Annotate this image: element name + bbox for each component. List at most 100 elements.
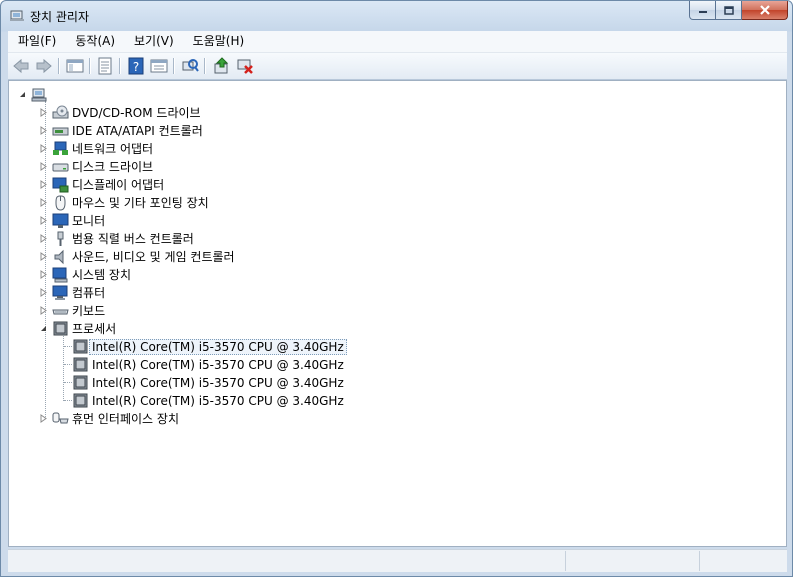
menu-bar: 파일(F) 동작(A) 보기(V) 도움말(H) [8,31,787,53]
tree-category[interactable]: DVD/CD-ROM 드라이브 [39,104,201,121]
category-label: DVD/CD-ROM 드라이브 [72,106,201,120]
menu-help[interactable]: 도움말(H) [183,31,254,52]
tree-category[interactable]: 마우스 및 기타 포인팅 장치 [39,194,209,211]
category-label: 디스플레이 어댑터 [72,178,165,192]
processor-label: Intel(R) Core(TM) i5-3570 CPU @ 3.40GHz [89,338,347,355]
device-manager-icon [10,10,24,21]
category-label: IDE ATA/ATAPI 컨트롤러 [72,124,203,138]
dvd-drive-icon [52,105,69,118]
category-label: 시스템 장치 [72,268,132,282]
category-label: 모니터 [72,214,106,228]
tree-category[interactable]: 디스플레이 어댑터 [39,176,164,193]
view-icon[interactable] [150,57,168,75]
expand-arrow-icon[interactable] [39,126,48,135]
maximize-icon [723,5,734,15]
expand-arrow-icon[interactable] [39,306,48,315]
tree-category[interactable]: 범용 직렬 버스 컨트롤러 [39,230,194,247]
tree-category[interactable]: 사운드, 비디오 및 게임 컨트롤러 [39,248,235,265]
category-label: 마우스 및 기타 포인팅 장치 [72,196,209,210]
disk-drive-icon [52,163,69,171]
category-label: 네트워크 어댑터 [72,142,154,156]
tree-category[interactable]: 네트워크 어댑터 [39,140,153,157]
tree-category[interactable]: 휴먼 인터페이스 장치 [39,410,179,427]
expand-arrow-icon[interactable] [39,252,48,261]
expand-arrow-icon[interactable] [39,234,48,243]
minimize-button[interactable] [689,1,716,20]
category-label: 휴먼 인터페이스 장치 [72,412,179,426]
forward-icon[interactable] [35,57,53,75]
scan-hardware-icon[interactable] [181,57,199,75]
tree-category[interactable]: 키보드 [39,302,105,319]
toolbar-separator [58,58,60,74]
tree-category[interactable]: 컴퓨터 [39,284,105,301]
maximize-button[interactable] [716,1,742,20]
display-adapter-icon [52,177,69,192]
back-icon[interactable] [12,57,30,75]
toolbar-separator [173,58,175,74]
collapse-arrow-icon[interactable] [18,90,27,99]
mouse-icon [55,195,66,211]
processor-icon [73,339,88,353]
properties-icon[interactable] [96,57,114,75]
collapse-arrow-icon[interactable] [39,324,48,333]
monitor-icon [52,213,69,228]
category-label: 키보드 [72,304,106,318]
processor-label: Intel(R) Core(TM) i5-3570 CPU @ 3.40GHz [92,393,344,408]
tree-root[interactable] [18,86,51,103]
tree-category[interactable]: 디스크 드라이브 [39,158,153,175]
expand-arrow-icon[interactable] [39,162,48,171]
toolbar-separator [89,58,91,74]
category-label: 범용 직렬 버스 컨트롤러 [72,232,194,246]
menu-file[interactable]: 파일(F) [8,31,65,52]
computer-icon [52,285,68,300]
category-label: 사운드, 비디오 및 게임 컨트롤러 [72,250,235,264]
device-manager-window: 장치 관리자 파일(F) 동작(A) 보기(V) 도움말(H) ? DVD/CD… [0,0,793,577]
status-pane [8,551,566,571]
tree-guide-line [64,382,72,383]
uninstall-icon[interactable] [236,57,254,75]
ide-controller-icon [52,127,69,135]
tree-category[interactable]: 모니터 [39,212,105,229]
system-device-icon [52,267,68,282]
expand-arrow-icon[interactable] [39,288,48,297]
tree-guide-line [64,346,72,347]
expand-arrow-icon[interactable] [39,144,48,153]
svg-text:?: ? [133,60,139,74]
toolbar: ? [8,53,787,80]
expand-arrow-icon[interactable] [39,180,48,189]
expand-arrow-icon[interactable] [39,108,48,117]
status-bar [8,549,787,572]
toolbar-separator [119,58,121,74]
processor-label: Intel(R) Core(TM) i5-3570 CPU @ 3.40GHz [92,357,344,372]
processor-item[interactable]: Intel(R) Core(TM) i5-3570 CPU @ 3.40GHz [72,392,344,409]
hid-icon [52,412,69,423]
processor-item[interactable]: Intel(R) Core(TM) i5-3570 CPU @ 3.40GHz [72,374,344,391]
title-bar[interactable]: 장치 관리자 [1,1,792,30]
sound-icon [54,249,64,264]
expand-arrow-icon[interactable] [39,414,48,423]
expand-arrow-icon[interactable] [39,216,48,225]
usb-controller-icon [57,231,64,246]
device-tree[interactable]: DVD/CD-ROM 드라이브 IDE ATA/ATAPI 컨트롤러 네트워크 … [8,80,787,547]
processor-icon [73,357,88,371]
show-hide-console-tree-icon[interactable] [66,57,84,75]
network-adapter-icon [53,141,68,155]
expand-arrow-icon[interactable] [39,198,48,207]
tree-category[interactable]: IDE ATA/ATAPI 컨트롤러 [39,122,203,139]
close-button[interactable] [742,1,788,20]
tree-category[interactable]: 시스템 장치 [39,266,131,283]
status-pane [700,551,786,571]
expand-arrow-icon[interactable] [39,270,48,279]
menu-view[interactable]: 보기(V) [124,31,183,52]
window-title: 장치 관리자 [30,10,90,24]
update-driver-icon[interactable] [213,57,231,75]
processor-item[interactable]: Intel(R) Core(TM) i5-3570 CPU @ 3.40GHz [72,356,344,373]
processor-label: Intel(R) Core(TM) i5-3570 CPU @ 3.40GHz [92,375,344,390]
keyboard-icon [52,309,69,314]
toolbar-separator [204,58,206,74]
help-icon[interactable]: ? [127,57,145,75]
tree-guide-line [64,400,72,401]
tree-category-processor[interactable]: 프로세서 [39,320,116,337]
processor-item[interactable]: Intel(R) Core(TM) i5-3570 CPU @ 3.40GHz [72,338,347,355]
menu-action[interactable]: 동작(A) [65,31,124,52]
